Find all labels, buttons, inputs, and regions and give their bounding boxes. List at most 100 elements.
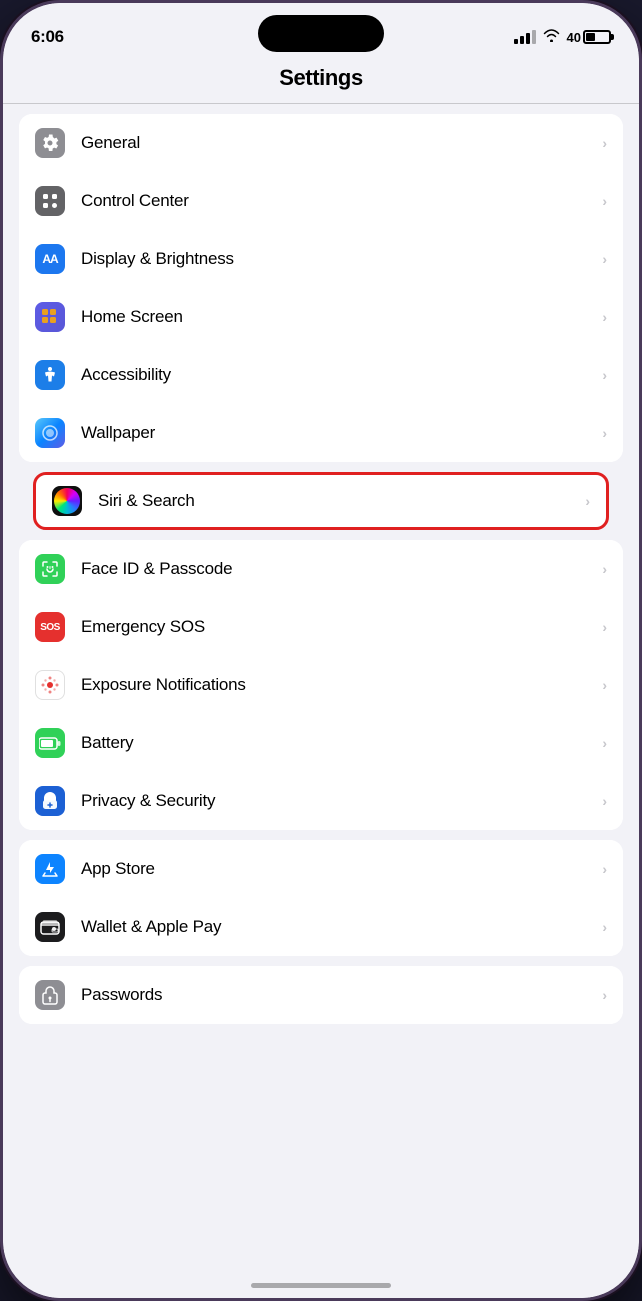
passwords-icon: [35, 980, 65, 1010]
app-store-icon: [35, 854, 65, 884]
icon-wrap-wallet: [19, 912, 81, 942]
chevron-privacy: ›: [602, 793, 607, 809]
label-display: Display & Brightness: [81, 249, 598, 269]
exposure-icon: [35, 670, 65, 700]
icon-wrap-accessibility: [19, 360, 81, 390]
page-header: Settings: [3, 57, 639, 104]
icon-wrap-control-center: [19, 186, 81, 216]
sos-text: SOS: [40, 622, 60, 633]
label-face-id: Face ID & Passcode: [81, 559, 598, 579]
settings-item-emergency-sos[interactable]: SOS Emergency SOS ›: [19, 598, 623, 656]
icon-wrap-privacy: [19, 786, 81, 816]
wallet-icon: [35, 912, 65, 942]
settings-item-exposure[interactable]: Exposure Notifications ›: [19, 656, 623, 714]
label-wallpaper: Wallpaper: [81, 423, 598, 443]
settings-item-siri[interactable]: Siri & Search ›: [33, 472, 609, 530]
scroll-content[interactable]: General ›: [3, 104, 639, 1298]
chevron-display: ›: [602, 251, 607, 267]
battery-status-icon: 40: [567, 30, 611, 45]
chevron-app-store: ›: [602, 861, 607, 877]
signal-bar-2: [520, 36, 524, 44]
label-privacy: Privacy & Security: [81, 791, 598, 811]
settings-item-app-store[interactable]: App Store ›: [19, 840, 623, 898]
status-bar: 6:06 40: [3, 3, 639, 57]
chevron-face-id: ›: [602, 561, 607, 577]
phone-frame: 6:06 40: [0, 0, 642, 1301]
icon-wrap-siri: [36, 486, 98, 516]
signal-bar-4: [532, 30, 536, 44]
page-title: Settings: [279, 65, 363, 90]
icon-wrap-battery: [19, 728, 81, 758]
signal-bar-3: [526, 33, 530, 44]
homescreen-icon: [35, 302, 65, 332]
icon-wrap-app-store: [19, 854, 81, 884]
settings-item-home-screen[interactable]: Home Screen ›: [19, 288, 623, 346]
battery-fill: [586, 33, 595, 41]
home-bar: [251, 1283, 391, 1288]
label-siri: Siri & Search: [98, 491, 581, 511]
siri-orb: [54, 488, 80, 514]
chevron-siri: ›: [585, 493, 590, 509]
settings-item-general[interactable]: General ›: [19, 114, 623, 172]
battery-body: [583, 30, 611, 44]
icon-wrap-emergency: SOS: [19, 612, 81, 642]
toggle-icon: [35, 186, 65, 216]
screen: 6:06 40: [3, 3, 639, 1298]
chevron-passwords: ›: [602, 987, 607, 1003]
settings-item-wallpaper[interactable]: Wallpaper ›: [19, 404, 623, 462]
settings-group-2: Face ID & Passcode › SOS Emergency SOS ›: [19, 540, 623, 830]
icon-wrap-home-screen: [19, 302, 81, 332]
label-app-store: App Store: [81, 859, 598, 879]
settings-item-control-center[interactable]: Control Center ›: [19, 172, 623, 230]
accessibility-icon: [35, 360, 65, 390]
icon-wrap-general: [19, 128, 81, 158]
chevron-accessibility: ›: [602, 367, 607, 383]
bottom-spacer: [3, 1034, 639, 1074]
label-passwords: Passwords: [81, 985, 598, 1005]
settings-item-accessibility[interactable]: Accessibility ›: [19, 346, 623, 404]
settings-group-3: App Store ›: [19, 840, 623, 956]
face-id-icon: [35, 554, 65, 584]
battery-icon: [35, 728, 65, 758]
label-accessibility: Accessibility: [81, 365, 598, 385]
label-exposure: Exposure Notifications: [81, 675, 598, 695]
privacy-icon: [35, 786, 65, 816]
icon-wrap-passwords: [19, 980, 81, 1010]
battery-percentage: 40: [567, 30, 581, 45]
icon-wrap-exposure: [19, 670, 81, 700]
chevron-home-screen: ›: [602, 309, 607, 325]
dynamic-island: [258, 15, 384, 52]
chevron-battery: ›: [602, 735, 607, 751]
chevron-exposure: ›: [602, 677, 607, 693]
chevron-wallet: ›: [602, 919, 607, 935]
settings-item-battery[interactable]: Battery ›: [19, 714, 623, 772]
icon-wrap-wallpaper: [19, 418, 81, 448]
settings-item-face-id[interactable]: Face ID & Passcode ›: [19, 540, 623, 598]
icon-wrap-display: AA: [19, 244, 81, 274]
settings-group-4: Passwords ›: [19, 966, 623, 1024]
settings-item-privacy[interactable]: Privacy & Security ›: [19, 772, 623, 830]
aa-text: AA: [42, 252, 57, 266]
icon-wrap-face-id: [19, 554, 81, 584]
chevron-control-center: ›: [602, 193, 607, 209]
settings-group-1: General ›: [19, 114, 623, 462]
label-general: General: [81, 133, 598, 153]
wallpaper-icon: [35, 418, 65, 448]
settings-item-wallet[interactable]: Wallet & Apple Pay ›: [19, 898, 623, 956]
wifi-icon: [543, 29, 560, 45]
siri-highlight-container: Siri & Search ›: [19, 472, 623, 530]
settings-item-passwords[interactable]: Passwords ›: [19, 966, 623, 1024]
signal-bars-icon: [514, 30, 536, 44]
label-home-screen: Home Screen: [81, 307, 598, 327]
siri-icon: [52, 486, 82, 516]
label-battery: Battery: [81, 733, 598, 753]
label-control-center: Control Center: [81, 191, 598, 211]
sos-icon: SOS: [35, 612, 65, 642]
label-emergency-sos: Emergency SOS: [81, 617, 598, 637]
signal-bar-1: [514, 39, 518, 44]
chevron-general: ›: [602, 135, 607, 151]
gear-icon: [35, 128, 65, 158]
chevron-wallpaper: ›: [602, 425, 607, 441]
status-time: 6:06: [31, 27, 64, 47]
settings-item-display-brightness[interactable]: AA Display & Brightness ›: [19, 230, 623, 288]
